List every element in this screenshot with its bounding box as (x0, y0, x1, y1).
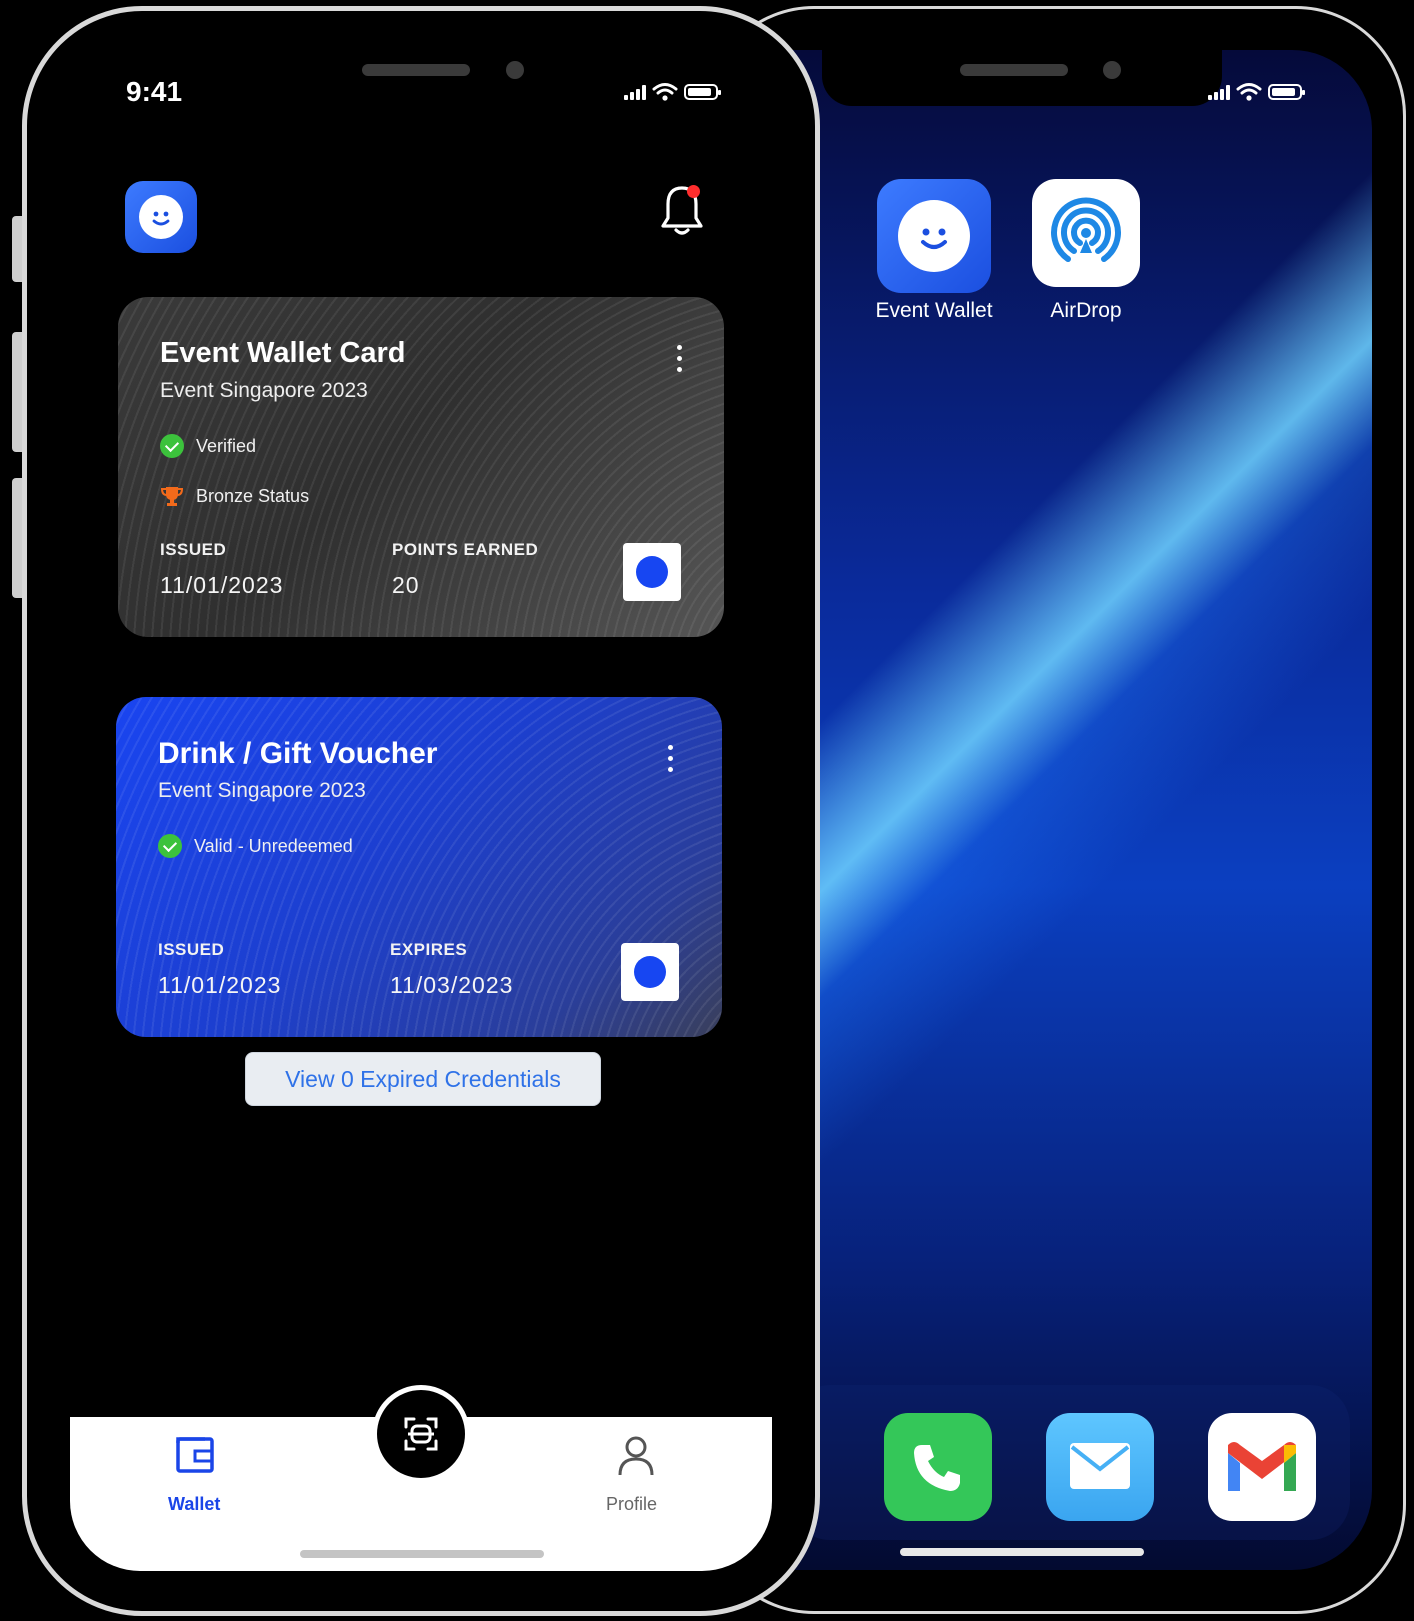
tab-wallet-label: Wallet (168, 1494, 221, 1514)
check-icon (160, 434, 184, 458)
notification-badge (687, 185, 700, 198)
check-icon (158, 834, 182, 858)
tab-profile[interactable]: Profile (596, 1435, 676, 1521)
app-logo[interactable] (125, 181, 197, 253)
front-home-indicator (300, 1550, 544, 1558)
battery-icon (1268, 84, 1305, 100)
wifi-icon (652, 83, 678, 101)
front-phone-speaker (362, 64, 470, 76)
badge-label: Bronze Status (196, 485, 310, 506)
front-status-icons (624, 82, 721, 102)
wallet-icon (176, 1437, 214, 1473)
issued-value: 11/01/2023 (158, 972, 282, 998)
tab-profile-label: Profile (606, 1494, 658, 1514)
back-phone-speaker (960, 64, 1068, 76)
event-wallet-app-icon[interactable] (877, 179, 991, 293)
smiley-icon (152, 211, 170, 226)
mail-app-icon[interactable] (1046, 1413, 1154, 1521)
card-subtitle: Event Singapore 2023 (158, 779, 366, 802)
status-badge: Bronze Status (160, 484, 309, 508)
cellular-signal-icon (1208, 84, 1230, 100)
tab-wallet[interactable]: Wallet (160, 1435, 230, 1521)
airdrop-icon (1051, 197, 1121, 262)
back-status-icons (1208, 82, 1305, 102)
profile-icon (618, 1436, 654, 1476)
badge-label: Valid - Unredeemed (194, 835, 353, 856)
badge-label: Verified (196, 435, 257, 456)
card-title: Drink / Gift Voucher (158, 737, 438, 770)
cellular-signal-icon (624, 84, 646, 100)
back-home-indicator (900, 1548, 1144, 1556)
airdrop-app-label: AirDrop (1050, 299, 1122, 322)
wifi-icon (1236, 83, 1262, 101)
verified-badge: Verified (160, 434, 256, 458)
points-value: 20 (392, 572, 420, 598)
trophy-icon (160, 487, 184, 506)
mail-icon (1070, 1443, 1130, 1489)
back-phone-camera (1103, 61, 1121, 79)
gmail-app-icon[interactable] (1208, 1413, 1316, 1521)
smiley-icon (921, 228, 947, 249)
scan-button[interactable] (372, 1385, 470, 1483)
card-title: Event Wallet Card (160, 337, 406, 369)
card-menu-icon[interactable] (674, 345, 684, 379)
card-menu-icon[interactable] (665, 745, 675, 779)
status-time: 9:41 (126, 76, 183, 107)
scan-icon (404, 1417, 438, 1451)
points-label: POINTS EARNED (392, 540, 539, 559)
event-wallet-card[interactable]: Event Wallet Card Event Singapore 2023 V… (118, 297, 724, 637)
phone-icon (914, 1445, 960, 1491)
airdrop-app-icon[interactable] (1032, 179, 1140, 287)
view-expired-credentials-button[interactable]: View 0 Expired Credentials (245, 1052, 601, 1106)
card-subtitle: Event Singapore 2023 (160, 379, 368, 402)
event-wallet-app-label: Event Wallet (875, 299, 993, 322)
phone-app-icon[interactable] (884, 1413, 992, 1521)
battery-icon (684, 84, 721, 100)
issued-label: ISSUED (158, 940, 225, 959)
front-phone-camera (506, 61, 524, 79)
validity-badge: Valid - Unredeemed (158, 834, 353, 858)
qr-code-icon[interactable] (623, 543, 681, 601)
expires-value: 11/03/2023 (390, 972, 514, 998)
back-phone-notch (822, 50, 1222, 106)
gmail-icon (1228, 1442, 1296, 1491)
expires-label: EXPIRES (390, 940, 468, 959)
issued-label: ISSUED (160, 540, 227, 559)
issued-value: 11/01/2023 (160, 572, 284, 598)
drink-voucher-card[interactable]: Drink / Gift Voucher Event Singapore 202… (116, 697, 722, 1037)
qr-code-icon[interactable] (621, 943, 679, 1001)
